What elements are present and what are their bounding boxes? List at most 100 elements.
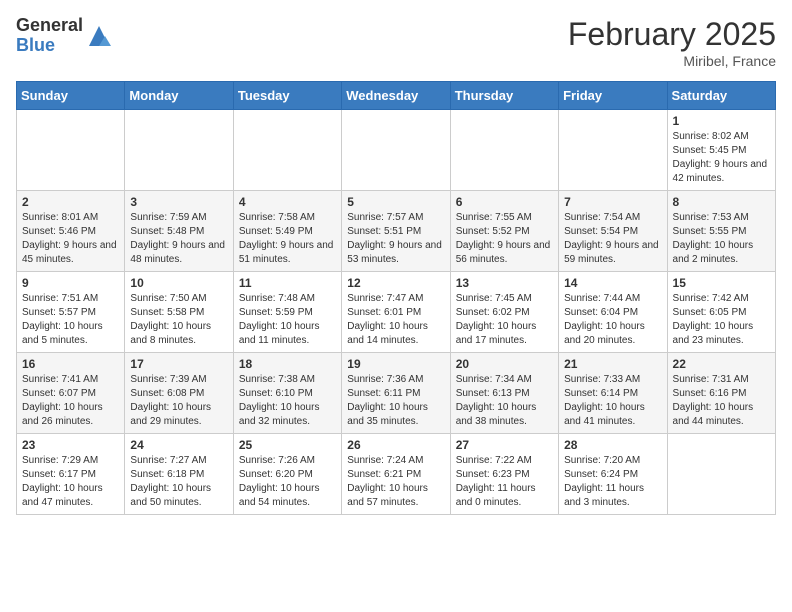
- day-number: 3: [130, 195, 227, 209]
- col-tuesday: Tuesday: [233, 82, 341, 110]
- logo-text: General Blue: [16, 16, 83, 56]
- col-friday: Friday: [559, 82, 667, 110]
- day-number: 21: [564, 357, 661, 371]
- day-info: Sunrise: 7:34 AM Sunset: 6:13 PM Dayligh…: [456, 373, 553, 429]
- day-number: 2: [22, 195, 119, 209]
- logo: General Blue: [16, 16, 113, 56]
- day-info: Sunrise: 7:54 AM Sunset: 5:54 PM Dayligh…: [564, 211, 661, 267]
- col-monday: Monday: [125, 82, 233, 110]
- calendar-cell: 6 Sunrise: 7:55 AM Sunset: 5:52 PM Daylig…: [450, 191, 558, 272]
- day-info: Sunrise: 7:59 AM Sunset: 5:48 PM Dayligh…: [130, 211, 227, 267]
- month-title: February 2025: [568, 16, 776, 53]
- day-info: Sunrise: 7:55 AM Sunset: 5:52 PM Dayligh…: [456, 211, 553, 267]
- day-number: 8: [673, 195, 770, 209]
- calendar-week-row: 16Sunrise: 7:41 AM Sunset: 6:07 PM Dayli…: [17, 353, 776, 434]
- day-info: Sunrise: 7:47 AM Sunset: 6:01 PM Dayligh…: [347, 292, 444, 348]
- day-number: 6: [456, 195, 553, 209]
- calendar-cell: 7Sunrise: 7:54 AM Sunset: 5:54 PM Daylig…: [559, 191, 667, 272]
- day-number: 15: [673, 276, 770, 290]
- day-number: 25: [239, 438, 336, 452]
- calendar-cell: 21 Sunrise: 7:33 AM Sunset: 6:14 PM Dayli…: [559, 353, 667, 434]
- day-info: Sunrise: 8:01 AM Sunset: 5:46 PM Dayligh…: [22, 211, 119, 267]
- calendar-cell: 5 Sunrise: 7:57 AM Sunset: 5:51 PM Daylig…: [342, 191, 450, 272]
- day-info: Sunrise: 7:48 AM Sunset: 5:59 PM Dayligh…: [239, 292, 336, 348]
- calendar-cell: 27 Sunrise: 7:22 AM Sunset: 6:23 PM Dayli…: [450, 434, 558, 515]
- day-number: 27: [456, 438, 553, 452]
- col-thursday: Thursday: [450, 82, 558, 110]
- day-number: 5: [347, 195, 444, 209]
- day-info: Sunrise: 7:36 AM Sunset: 6:11 PM Dayligh…: [347, 373, 444, 429]
- day-info: Sunrise: 7:39 AM Sunset: 6:08 PM Dayligh…: [130, 373, 227, 429]
- logo-general: General: [16, 16, 83, 36]
- day-info: Sunrise: 7:29 AM Sunset: 6:17 PM Dayligh…: [22, 454, 119, 510]
- day-number: 14: [564, 276, 661, 290]
- calendar-cell: 16Sunrise: 7:41 AM Sunset: 6:07 PM Dayli…: [17, 353, 125, 434]
- day-number: 20: [456, 357, 553, 371]
- day-info: Sunrise: 7:20 AM Sunset: 6:24 PM Dayligh…: [564, 454, 661, 510]
- day-info: Sunrise: 7:51 AM Sunset: 5:57 PM Dayligh…: [22, 292, 119, 348]
- day-number: 23: [22, 438, 119, 452]
- logo-icon: [85, 22, 113, 50]
- calendar-week-row: 23 Sunrise: 7:29 AM Sunset: 6:17 PM Dayli…: [17, 434, 776, 515]
- calendar-cell: [342, 110, 450, 191]
- calendar-week-row: 2 Sunrise: 8:01 AM Sunset: 5:46 PM Daylig…: [17, 191, 776, 272]
- location: Miribel, France: [568, 53, 776, 69]
- calendar-cell: 20 Sunrise: 7:34 AM Sunset: 6:13 PM Dayli…: [450, 353, 558, 434]
- day-info: Sunrise: 7:57 AM Sunset: 5:51 PM Dayligh…: [347, 211, 444, 267]
- day-info: Sunrise: 7:26 AM Sunset: 6:20 PM Dayligh…: [239, 454, 336, 510]
- day-number: 4: [239, 195, 336, 209]
- calendar-cell: 1Sunrise: 8:02 AM Sunset: 5:45 PM Daylig…: [667, 110, 775, 191]
- calendar-cell: 24Sunrise: 7:27 AM Sunset: 6:18 PM Dayli…: [125, 434, 233, 515]
- day-info: Sunrise: 7:58 AM Sunset: 5:49 PM Dayligh…: [239, 211, 336, 267]
- day-number: 22: [673, 357, 770, 371]
- calendar-cell: 3 Sunrise: 7:59 AM Sunset: 5:48 PM Daylig…: [125, 191, 233, 272]
- calendar-header-row: Sunday Monday Tuesday Wednesday Thursday…: [17, 82, 776, 110]
- day-info: Sunrise: 7:53 AM Sunset: 5:55 PM Dayligh…: [673, 211, 770, 267]
- calendar-cell: 26 Sunrise: 7:24 AM Sunset: 6:21 PM Dayli…: [342, 434, 450, 515]
- calendar-cell: [125, 110, 233, 191]
- day-number: 16: [22, 357, 119, 371]
- day-number: 19: [347, 357, 444, 371]
- calendar-cell: 4 Sunrise: 7:58 AM Sunset: 5:49 PM Daylig…: [233, 191, 341, 272]
- day-info: Sunrise: 7:44 AM Sunset: 6:04 PM Dayligh…: [564, 292, 661, 348]
- logo-blue: Blue: [16, 36, 83, 56]
- col-sunday: Sunday: [17, 82, 125, 110]
- day-number: 28: [564, 438, 661, 452]
- calendar-cell: [17, 110, 125, 191]
- title-block: February 2025 Miribel, France: [568, 16, 776, 69]
- calendar-cell: 11Sunrise: 7:48 AM Sunset: 5:59 PM Dayli…: [233, 272, 341, 353]
- day-number: 12: [347, 276, 444, 290]
- calendar-week-row: 1Sunrise: 8:02 AM Sunset: 5:45 PM Daylig…: [17, 110, 776, 191]
- calendar-cell: [233, 110, 341, 191]
- calendar-cell: 23 Sunrise: 7:29 AM Sunset: 6:17 PM Dayli…: [17, 434, 125, 515]
- day-number: 13: [456, 276, 553, 290]
- day-info: Sunrise: 7:31 AM Sunset: 6:16 PM Dayligh…: [673, 373, 770, 429]
- calendar-cell: [450, 110, 558, 191]
- day-info: Sunrise: 7:45 AM Sunset: 6:02 PM Dayligh…: [456, 292, 553, 348]
- day-number: 18: [239, 357, 336, 371]
- day-number: 1: [673, 114, 770, 128]
- day-number: 9: [22, 276, 119, 290]
- calendar-cell: 25 Sunrise: 7:26 AM Sunset: 6:20 PM Dayli…: [233, 434, 341, 515]
- day-number: 17: [130, 357, 227, 371]
- calendar-cell: 2 Sunrise: 8:01 AM Sunset: 5:46 PM Daylig…: [17, 191, 125, 272]
- day-info: Sunrise: 7:24 AM Sunset: 6:21 PM Dayligh…: [347, 454, 444, 510]
- col-wednesday: Wednesday: [342, 82, 450, 110]
- calendar-cell: 19 Sunrise: 7:36 AM Sunset: 6:11 PM Dayli…: [342, 353, 450, 434]
- day-info: Sunrise: 7:38 AM Sunset: 6:10 PM Dayligh…: [239, 373, 336, 429]
- calendar-week-row: 9 Sunrise: 7:51 AM Sunset: 5:57 PM Daylig…: [17, 272, 776, 353]
- page-header: General Blue February 2025 Miribel, Fran…: [16, 16, 776, 69]
- calendar-cell: 22 Sunrise: 7:31 AM Sunset: 6:16 PM Dayli…: [667, 353, 775, 434]
- calendar-cell: [559, 110, 667, 191]
- calendar-cell: 28 Sunrise: 7:20 AM Sunset: 6:24 PM Dayli…: [559, 434, 667, 515]
- calendar-cell: 18 Sunrise: 7:38 AM Sunset: 6:10 PM Dayli…: [233, 353, 341, 434]
- day-info: Sunrise: 7:33 AM Sunset: 6:14 PM Dayligh…: [564, 373, 661, 429]
- day-info: Sunrise: 7:27 AM Sunset: 6:18 PM Dayligh…: [130, 454, 227, 510]
- calendar-cell: 15Sunrise: 7:42 AM Sunset: 6:05 PM Dayli…: [667, 272, 775, 353]
- day-number: 10: [130, 276, 227, 290]
- calendar-cell: 9 Sunrise: 7:51 AM Sunset: 5:57 PM Daylig…: [17, 272, 125, 353]
- calendar-cell: 13 Sunrise: 7:45 AM Sunset: 6:02 PM Dayli…: [450, 272, 558, 353]
- calendar-cell: 17 Sunrise: 7:39 AM Sunset: 6:08 PM Dayli…: [125, 353, 233, 434]
- day-info: Sunrise: 7:22 AM Sunset: 6:23 PM Dayligh…: [456, 454, 553, 510]
- day-number: 26: [347, 438, 444, 452]
